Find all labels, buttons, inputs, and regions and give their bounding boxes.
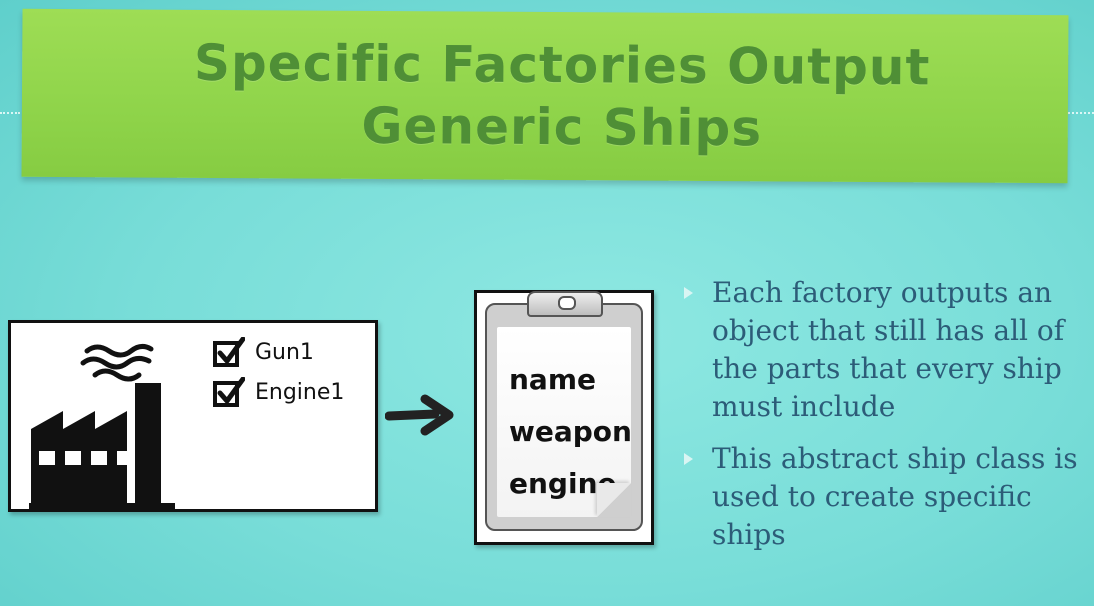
bullet-text: This abstract ship class is used to crea… xyxy=(712,442,1078,551)
factory-card: Gun1 Engine1 xyxy=(8,320,378,512)
bullet-text: Each factory outputs an object that stil… xyxy=(712,276,1065,423)
checklist-label: Engine1 xyxy=(255,379,345,405)
bullet-item: Each factory outputs an object that stil… xyxy=(680,274,1085,426)
checked-box-icon xyxy=(213,377,245,407)
title-banner: Specific Factories Output Generic Ships xyxy=(21,8,1069,184)
checklist-label: Gun1 xyxy=(255,339,314,365)
page-fold xyxy=(597,483,631,517)
left-decorative-dots xyxy=(0,112,20,114)
field-name: name xyxy=(509,363,596,396)
bullet-marker-icon xyxy=(684,453,693,465)
checklist-item-gun1: Gun1 xyxy=(213,335,314,369)
bullet-item: This abstract ship class is used to crea… xyxy=(680,440,1085,554)
ship-clipboard-card: name weapon engine xyxy=(474,290,654,545)
checklist-item-engine1: Engine1 xyxy=(213,375,344,409)
field-weapon: weapon xyxy=(509,415,632,448)
bullet-list: Each factory outputs an object that stil… xyxy=(680,274,1085,554)
right-arrow-icon xyxy=(385,394,454,436)
clip-hole xyxy=(558,296,576,310)
checked-box-icon xyxy=(213,337,245,367)
clipboard-paper: name weapon engine xyxy=(497,327,632,517)
bullet-marker-icon xyxy=(684,287,693,299)
right-decorative-dots xyxy=(1068,112,1094,114)
factory-icon xyxy=(29,343,175,511)
clipboard-icon: name weapon engine xyxy=(485,291,643,531)
clipboard-clip xyxy=(527,291,603,317)
slide-title: Specific Factories Output Generic Ships xyxy=(193,33,931,158)
